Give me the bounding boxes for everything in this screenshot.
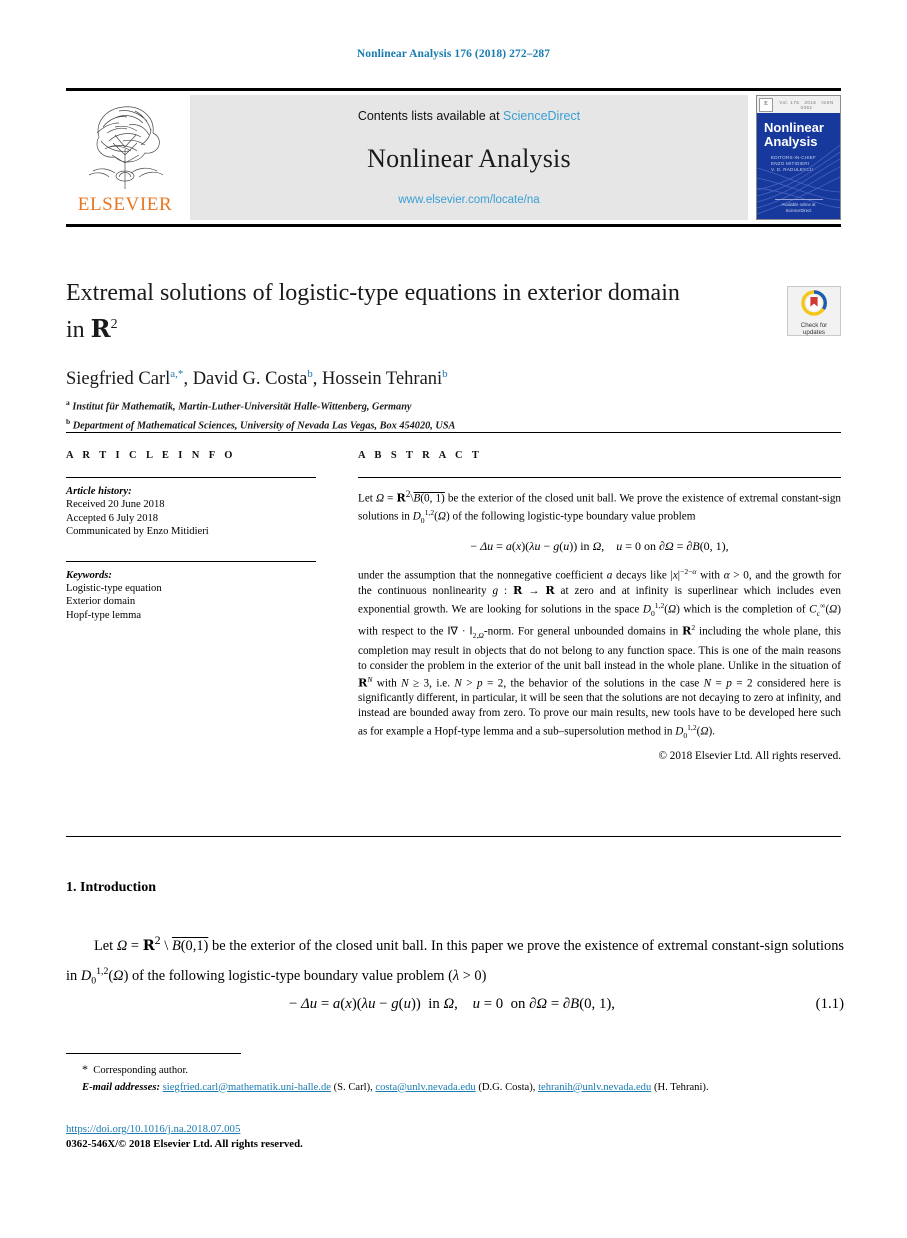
sciencedirect-link[interactable]: ScienceDirect [503, 109, 580, 123]
affiliation-a-text: Institut für Mathematik, Martin-Luther-U… [72, 401, 412, 413]
email-person-3: (H. Tehrani). [653, 1081, 709, 1093]
affiliation-b: b Department of Mathematical Sciences, U… [66, 416, 841, 433]
author-1-name[interactable]: Siegfried Carl [66, 369, 170, 389]
journal-homepage-link[interactable]: www.elsevier.com/locate/na [398, 194, 539, 206]
author-3-name[interactable]: Hossein Tehrani [322, 369, 442, 389]
masthead-top-rule [66, 88, 841, 91]
email-person-1: (S. Carl), [333, 1081, 373, 1093]
journal-masthead: ELSEVIER Contents lists available at Sci… [66, 88, 841, 227]
author-3-marks: b [442, 368, 448, 380]
crossmark-badge[interactable]: Check for updates [787, 286, 841, 336]
article-history-label: Article history: [66, 486, 132, 497]
running-head: Nonlinear Analysis 176 (2018) 272–287 [356, 48, 551, 60]
abstract-equation: − Δu = a(x)(λu − g(u)) in Ω, u = 0 on ∂Ω… [470, 538, 729, 553]
email-link-1[interactable]: siegfried.carl@mathematik.uni-halle.de [163, 1082, 331, 1093]
crossmark-icon [801, 290, 827, 316]
author-2-marks: b [307, 368, 313, 380]
keywords-rule [66, 560, 316, 562]
introduction-paragraph: Let Ω = R2 \ B(0,1) be the exterior of t… [66, 933, 844, 987]
equation-1-1-number: (1.1) [815, 996, 844, 1012]
paper-title-exponent: 2 [110, 317, 118, 332]
introduction-text-tail: of the following logistic-type boundary … [131, 967, 445, 984]
crossmark-label: Check for updates [788, 322, 840, 336]
article-history-accepted: Accepted 6 July 2018 [66, 512, 159, 524]
abstract-paragraph-2: under the assumption that the nonnegativ… [358, 566, 842, 740]
crossmark-label-1: Check for [800, 322, 828, 329]
affiliation-b-text: Department of Mathematical Sciences, Uni… [72, 420, 456, 432]
corresponding-author-note: * Corresponding author. [82, 1062, 189, 1076]
footnote-block: * Corresponding author. E-mail addresses… [66, 1060, 806, 1095]
email-link-3[interactable]: tehranih@unlv.nevada.edu [538, 1082, 651, 1093]
keywords-label: Keywords: [66, 569, 112, 581]
elsevier-tree-icon [88, 106, 164, 189]
affiliation-a: a Institut für Mathematik, Martin-Luther… [66, 397, 841, 414]
keyword-3: Hopf-type lemma [66, 609, 142, 621]
info-top-rule [66, 432, 841, 433]
equation-1-1-row: − Δu = a(x)(λu − g(u)) in Ω, u = 0 on ∂Ω… [66, 996, 844, 1013]
contents-prefix: Contents lists available at [357, 109, 504, 123]
doi-link[interactable]: https://doi.org/10.1016/j.na.2018.07.005 [66, 1122, 303, 1137]
elsevier-logo: ELSEVIER [66, 95, 184, 220]
cover-footer: Available online at ScienceDirect [757, 199, 840, 214]
article-history-received: Received 20 June 2018 [66, 499, 165, 510]
abstract-rule [358, 477, 841, 478]
cover-foot-2: ScienceDirect [785, 208, 812, 213]
article-info-column: A R T I C L E I N F O Article history: R… [66, 450, 316, 762]
paper-title-line2-prefix: in [66, 317, 91, 343]
info-bottom-rule [66, 836, 841, 837]
masthead-bottom-rule [66, 224, 841, 227]
abstract-copyright: © 2018 Elsevier Ltd. All rights reserved… [658, 750, 842, 763]
article-info-heading: A R T I C L E I N F O [66, 450, 236, 461]
journal-title: Nonlinear Analysis [367, 143, 571, 173]
article-info-rule [66, 477, 316, 478]
affiliation-a-mark: a [66, 398, 70, 408]
elsevier-wordmark: ELSEVIER [77, 194, 173, 215]
author-1-marks: a,* [170, 368, 184, 380]
paper-page: Nonlinear Analysis 176 (2018) 272–287 EL… [0, 0, 907, 1238]
email-link-2[interactable]: costa@unlv.nevada.edu [375, 1082, 475, 1093]
equation-1-1-body: − Δu = a(x)(λu − g(u)) in Ω, u = 0 on ∂Ω… [289, 996, 615, 1012]
email-addresses-line: E-mail addresses: siegfried.carl@mathema… [66, 1081, 806, 1096]
affiliation-b-mark: b [66, 417, 71, 427]
author-list: Siegfried Carla,*, David G. Costab, Hoss… [66, 368, 448, 390]
abstract-paragraph-1: Let Ω = R2\B(0, 1) be the exterior of th… [358, 490, 842, 526]
info-abstract-columns: A R T I C L E I N F O Article history: R… [66, 450, 841, 762]
issn-copyright: 0362-546X/© 2018 Elsevier Ltd. All right… [66, 1137, 303, 1150]
journal-cover-thumbnail[interactable]: E Vol. 176 2018 ISSN 0362 Nonlinear Anal… [756, 95, 841, 220]
keyword-2: Exterior domain [66, 596, 136, 608]
abstract-column: A B S T R A C T Let Ω = R2\B(0, 1) be th… [358, 450, 841, 762]
footnote-rule [66, 1053, 241, 1054]
paper-title-math-R: R [90, 314, 111, 343]
doi-block: https://doi.org/10.1016/j.na.2018.07.005… [66, 1122, 303, 1151]
title-block: Extremal solutions of logistic-type equa… [66, 278, 841, 433]
masthead-center-panel: Contents lists available at ScienceDirec… [190, 95, 748, 220]
paper-title-line1: Extremal solutions of logistic-type equa… [66, 280, 680, 306]
crossmark-label-2: updates [802, 329, 826, 336]
author-2-name[interactable]: David G. Costa [193, 369, 308, 389]
section-title-introduction: 1. Introduction [66, 880, 156, 895]
article-history-communicated: Communicated by Enzo Mitidieri [66, 526, 209, 538]
keywords-block: Keywords: Logistic-type equation Exterio… [66, 560, 316, 623]
contents-available-line: Contents lists available at ScienceDirec… [358, 109, 580, 123]
keyword-1: Logistic-type equation [66, 582, 162, 594]
corresponding-author-text: Corresponding author. [93, 1065, 189, 1076]
email-label: E-mail addresses: [82, 1081, 160, 1093]
paper-title: Extremal solutions of logistic-type equa… [66, 278, 726, 346]
abstract-p1-tail: of the following logistic-type boundary … [452, 511, 696, 524]
abstract-heading: A B S T R A C T [358, 450, 483, 461]
email-person-2: (D.G. Costa), [478, 1081, 536, 1093]
